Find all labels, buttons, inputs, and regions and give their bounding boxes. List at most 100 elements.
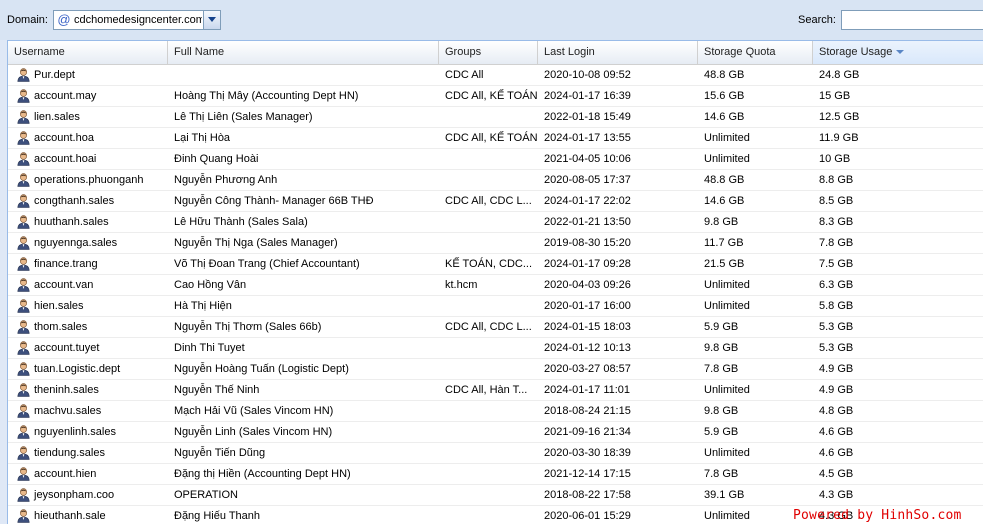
column-header-username[interactable]: Username (8, 41, 168, 64)
cell-last-login: 2021-12-14 17:15 (544, 468, 631, 480)
cell-last-login: 2021-04-05 10:06 (544, 153, 631, 165)
cell-username: jeysonpham.coo (8, 485, 168, 505)
cell-full-name: Lê Thị Liên (Sales Manager) (174, 111, 313, 123)
cell-last-login: 2024-01-12 10:13 (544, 342, 631, 354)
cell-groups: CDC All, CDC L... (445, 195, 532, 207)
cell-username: account.may (8, 86, 168, 106)
domain-label: Domain: (7, 14, 48, 26)
cell-username: account.van (8, 275, 168, 295)
user-icon (17, 236, 30, 250)
table-row[interactable]: finance.trang Võ Thị Đoan Trang (Chief Ac… (8, 254, 983, 275)
cell-groups: CDC All, KẾ TOÁN (445, 90, 538, 102)
table-row[interactable]: nguyennga.sales Nguyễn Thị Nga (Sales Man… (8, 233, 983, 254)
user-icon (17, 446, 30, 460)
cell-storage-quota: Unlimited (704, 300, 750, 312)
table-row[interactable]: account.hien Đặng thị Hiền (Accounting De… (8, 464, 983, 485)
cell-full-name: Nguyễn Thị Thơm (Sales 66b) (174, 321, 322, 333)
column-header-last-login[interactable]: Last Login (538, 41, 698, 64)
cell-groups (439, 506, 538, 524)
table-row[interactable]: account.may Hoàng Thị Mây (Accounting Dep… (8, 86, 983, 107)
table-row[interactable]: tuan.Logistic.dept Nguyễn Hoàng Tuấn (Log… (8, 359, 983, 380)
cell-last-login: 2020-03-30 18:39 (544, 447, 631, 459)
cell-groups (439, 212, 538, 232)
table-row[interactable]: congthanh.sales Nguyễn Công Thành- Manage… (8, 191, 983, 212)
user-icon (17, 425, 30, 439)
cell-storage-quota: 48.8 GB (704, 69, 745, 81)
table-row[interactable]: theninh.sales Nguyễn Thế Ninh CDC All, Hàn… (8, 380, 983, 401)
cell-storage-usage: 8.8 GB (819, 174, 854, 186)
cell-groups (439, 338, 538, 358)
cell-storage-usage: 8.3 GB (819, 216, 854, 228)
username-text: account.hoai (34, 153, 97, 165)
domain-select[interactable]: @ (53, 10, 221, 30)
user-icon (17, 488, 30, 502)
cell-storage-usage: 4.9 GB (819, 363, 854, 375)
cell-last-login: 2018-08-24 21:15 (544, 405, 631, 417)
cell-groups: kt.hcm (445, 279, 478, 291)
table-row[interactable]: nguyenlinh.sales Nguyễn Linh (Sales Vinco… (8, 422, 983, 443)
cell-last-login: 2024-01-17 09:28 (544, 258, 631, 270)
cell-username: hieuthanh.sale (8, 506, 168, 524)
cell-username: thom.sales (8, 317, 168, 337)
column-header-storage-quota[interactable]: Storage Quota (698, 41, 813, 64)
cell-storage-usage: 15 GB (819, 90, 851, 102)
cell-groups (439, 359, 538, 379)
cell-storage-usage: 4.9 GB (819, 384, 854, 396)
search-input[interactable] (841, 10, 983, 30)
table-row[interactable]: operations.phuonganh Nguyễn Phương Anh 202… (8, 170, 983, 191)
table-row[interactable]: account.hoa Lại Thị Hòa CDC All, KẾ TOÁN 20… (8, 128, 983, 149)
cell-last-login: 2020-03-27 08:57 (544, 363, 631, 375)
domain-dropdown-button[interactable] (203, 11, 220, 29)
cell-storage-quota: 5.9 GB (704, 321, 739, 333)
table-row[interactable]: lien.sales Lê Thị Liên (Sales Manager) 202… (8, 107, 983, 128)
username-text: account.tuyet (34, 342, 100, 354)
table-row[interactable]: jeysonpham.coo OPERATION 2018-08-22 17:58 3… (8, 485, 983, 506)
username-text: account.van (34, 279, 94, 291)
table-row[interactable]: hien.sales Hà Thị Hiện 2020-01-17 16:00 Unl… (8, 296, 983, 317)
column-header-groups[interactable]: Groups (439, 41, 538, 64)
cell-storage-usage: 5.3 GB (819, 342, 854, 354)
username-text: tiendung.sales (34, 447, 105, 459)
cell-storage-usage: 7.8 GB (819, 237, 854, 249)
cell-last-login: 2020-06-01 15:29 (544, 510, 631, 522)
table-row[interactable]: account.tuyet Dinh Thi Tuyet 2024-01-12 10… (8, 338, 983, 359)
chevron-down-icon (208, 17, 216, 22)
cell-storage-quota: 48.8 GB (704, 174, 745, 186)
cell-groups (439, 443, 538, 463)
column-header-full-name[interactable]: Full Name (168, 41, 439, 64)
cell-storage-quota: 14.6 GB (704, 195, 745, 207)
domain-input[interactable] (74, 13, 202, 27)
column-header-storage-usage[interactable]: Storage Usage (813, 41, 983, 64)
table-row[interactable]: Pur.dept CDC All 2020-10-08 09:52 48.8 GB 24… (8, 65, 983, 86)
table-row[interactable]: tiendung.sales Nguyễn Tiến Dũng 2020-03-30… (8, 443, 983, 464)
cell-username: congthanh.sales (8, 191, 168, 211)
user-icon (17, 194, 30, 208)
cell-last-login: 2020-04-03 09:26 (544, 279, 631, 291)
cell-storage-usage: 5.8 GB (819, 300, 854, 312)
grid-header: Username Full Name Groups Last Login Sto… (8, 41, 983, 65)
cell-username: account.hoa (8, 128, 168, 148)
cell-username: account.tuyet (8, 338, 168, 358)
cell-full-name: Nguyễn Công Thành- Manager 66B THĐ (174, 195, 374, 207)
user-icon (17, 383, 30, 397)
cell-full-name: Lê Hữu Thành (Sales Sala) (174, 216, 308, 228)
cell-full-name: Nguyễn Phương Anh (174, 174, 278, 186)
cell-username: nguyenlinh.sales (8, 422, 168, 442)
cell-last-login: 2020-08-05 17:37 (544, 174, 631, 186)
table-row[interactable]: account.van Cao Hồng Vân kt.hcm 2020-04-03 … (8, 275, 983, 296)
user-icon (17, 257, 30, 271)
table-row[interactable]: account.hoai Đinh Quang Hoài 2021-04-05 10… (8, 149, 983, 170)
cell-storage-usage: 7.5 GB (819, 258, 854, 270)
cell-last-login: 2024-01-17 16:39 (544, 90, 631, 102)
user-icon (17, 110, 30, 124)
cell-storage-usage: 24.8 GB (819, 69, 860, 81)
column-header-storage-usage-label: Storage Usage (819, 46, 893, 58)
cell-storage-quota: 9.8 GB (704, 216, 739, 228)
cell-groups (439, 401, 538, 421)
cell-groups (439, 107, 538, 127)
grid-body: Pur.dept CDC All 2020-10-08 09:52 48.8 GB 24… (8, 65, 983, 524)
table-row[interactable]: thom.sales Nguyễn Thị Thơm (Sales 66b) CDC… (8, 317, 983, 338)
table-row[interactable]: machvu.sales Mạch Hải Vũ (Sales Vincom HN… (8, 401, 983, 422)
cell-storage-quota: Unlimited (704, 153, 750, 165)
table-row[interactable]: huuthanh.sales Lê Hữu Thành (Sales Sala) 2… (8, 212, 983, 233)
